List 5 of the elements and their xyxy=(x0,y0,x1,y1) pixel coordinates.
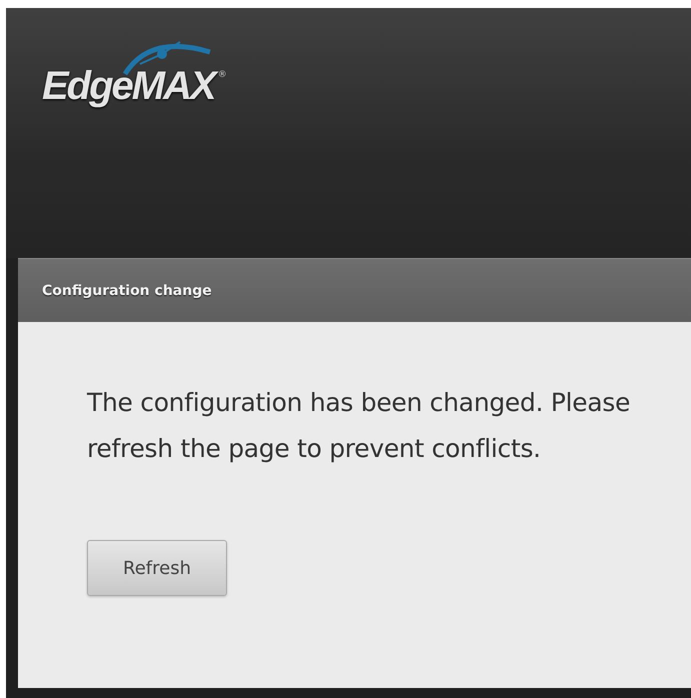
dialog-message: The configuration has been changed. Please refresh the page to prevent conflicts. xyxy=(87,387,632,465)
refresh-button[interactable]: Refresh xyxy=(87,540,227,596)
dialog-title: Configuration change xyxy=(42,282,212,298)
logo-text: EdgeMAX xyxy=(42,64,215,109)
registered-mark: ® xyxy=(218,70,227,80)
